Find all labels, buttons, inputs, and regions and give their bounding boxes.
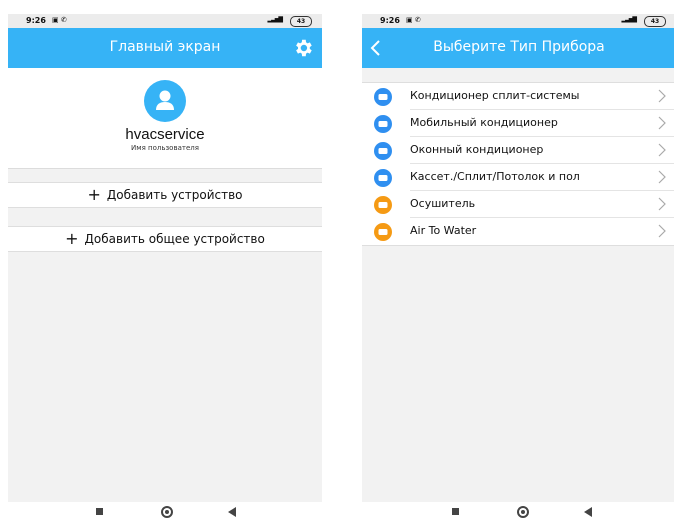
list-item[interactable]: Оконный кондиционер <box>362 137 674 164</box>
mobile-ac-icon <box>374 115 392 133</box>
chevron-right-icon <box>658 170 666 184</box>
chevron-right-icon <box>658 224 666 238</box>
recents-button[interactable] <box>96 508 103 515</box>
notification-icons: ▣ ✆ <box>52 16 67 24</box>
status-bar: 9:26 ▣ ✆ ▂▃▅▇ 43 <box>362 14 674 28</box>
device-type-list: Кондиционер сплит-системы Мобильный конди… <box>362 82 674 246</box>
profile-card: hvacservice Имя пользователя <box>8 68 322 169</box>
chevron-right-icon <box>658 89 666 103</box>
window-ac-icon <box>374 142 392 160</box>
air-to-water-icon <box>374 223 392 241</box>
add-device-label: Добавить устройство <box>106 188 243 202</box>
battery-icon: 43 <box>644 16 666 27</box>
avatar[interactable] <box>144 80 186 122</box>
list-item[interactable]: Кондиционер сплит-системы <box>362 83 674 110</box>
signal-icon: ▂▃▅▇ <box>267 16 284 23</box>
plus-icon: + <box>87 185 101 204</box>
list-item-label: Air To Water <box>410 224 477 237</box>
cassette-ac-icon <box>374 169 392 187</box>
main-screen: 9:26 ▣ ✆ ▂▃▅▇ 43 Главный экран hvacservi… <box>8 14 322 502</box>
list-item[interactable]: Кассет./Сплит/Потолок и пол <box>362 164 674 191</box>
add-shared-device-label: Добавить общее устройство <box>84 232 265 246</box>
status-time: 9:26 <box>26 16 46 25</box>
page-title: Выберите Тип Прибора <box>433 39 605 55</box>
app-bar: Выберите Тип Прибора <box>362 28 674 68</box>
home-button[interactable] <box>517 506 529 518</box>
chevron-right-icon <box>658 143 666 157</box>
add-shared-device-button[interactable]: + Добавить общее устройство <box>8 226 322 252</box>
notification-icons: ▣ ✆ <box>406 16 421 24</box>
list-item[interactable]: Air To Water <box>362 218 674 245</box>
back-nav-button[interactable] <box>584 507 592 517</box>
user-icon <box>156 90 174 110</box>
app-bar: Главный экран <box>8 28 322 68</box>
chevron-right-icon <box>658 197 666 211</box>
nav-bar-right <box>452 505 632 522</box>
nav-bar-left <box>96 505 276 522</box>
battery-icon: 43 <box>290 16 312 27</box>
home-button[interactable] <box>161 506 173 518</box>
split-ac-icon <box>374 88 392 106</box>
list-item[interactable]: Осушитель <box>362 191 674 218</box>
add-device-button[interactable]: + Добавить устройство <box>8 182 322 208</box>
plus-icon: + <box>65 229 79 248</box>
gear-icon[interactable] <box>292 37 314 59</box>
list-item-label: Кондиционер сплит-системы <box>410 89 580 102</box>
username: hvacservice <box>125 126 205 143</box>
list-item-label: Кассет./Сплит/Потолок и пол <box>410 170 580 183</box>
list-item-label: Мобильный кондиционер <box>410 116 558 129</box>
dehumidifier-icon <box>374 196 392 214</box>
recents-button[interactable] <box>452 508 459 515</box>
list-item-label: Осушитель <box>410 197 476 210</box>
list-item[interactable]: Мобильный кондиционер <box>362 110 674 137</box>
status-bar: 9:26 ▣ ✆ ▂▃▅▇ 43 <box>8 14 322 28</box>
device-type-screen: 9:26 ▣ ✆ ▂▃▅▇ 43 Выберите Тип Прибора Ко… <box>362 14 674 502</box>
username-label: Имя пользователя <box>131 144 199 152</box>
signal-icon: ▂▃▅▇ <box>621 16 638 23</box>
status-time: 9:26 <box>380 16 400 25</box>
list-item-label: Оконный кондиционер <box>410 143 544 156</box>
back-nav-button[interactable] <box>228 507 236 517</box>
page-title: Главный экран <box>109 39 221 55</box>
chevron-right-icon <box>658 116 666 130</box>
